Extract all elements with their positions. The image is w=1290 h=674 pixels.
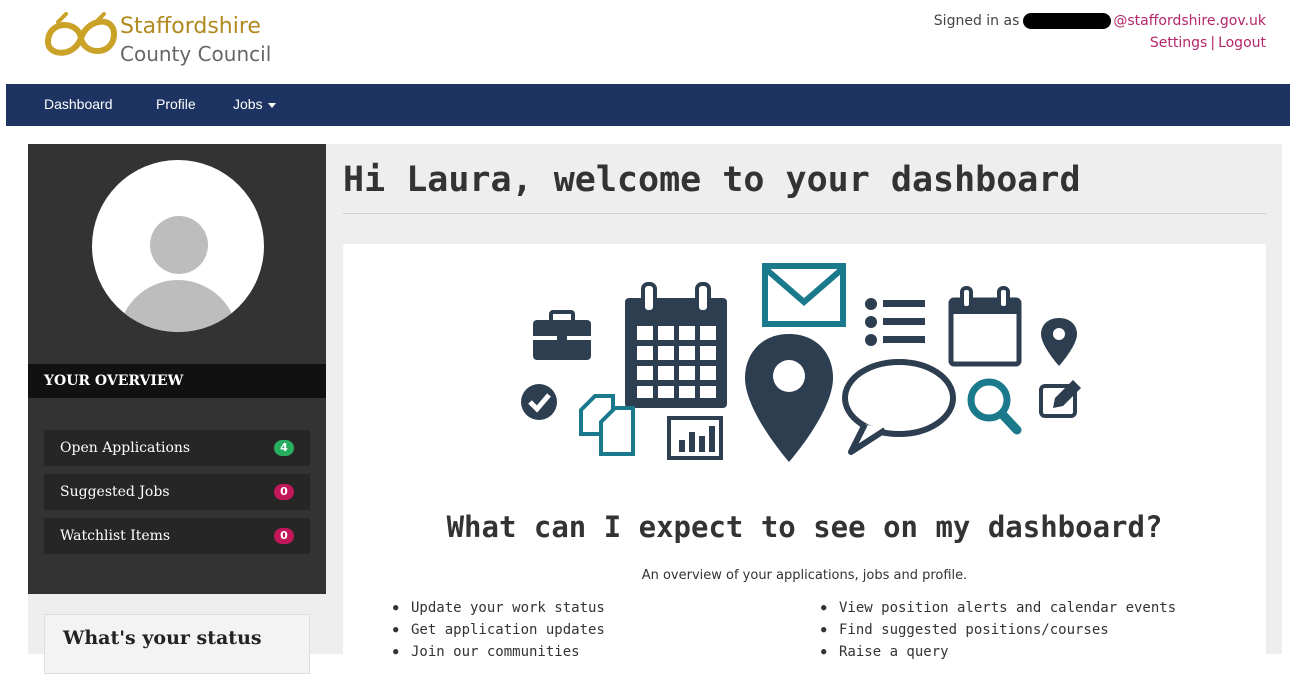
sidebar: YOUR OVERVIEW Open Applications 4 Sugges… — [28, 144, 326, 594]
list-item: View position alerts and calendar events — [821, 600, 1176, 616]
section-intro: An overview of your applications, jobs a… — [641, 568, 968, 583]
overview-watchlist-items[interactable]: Watchlist Items 0 — [44, 518, 310, 554]
overview-item-label: Watchlist Items — [60, 528, 171, 544]
stafford-knot-icon — [44, 12, 118, 56]
nav-profile[interactable]: Profile — [156, 96, 196, 112]
signed-in-label: Signed in as — [933, 13, 1020, 29]
caret-down-icon — [267, 102, 276, 108]
redacted-username — [1023, 13, 1112, 29]
overview-suggested-jobs[interactable]: Suggested Jobs 0 — [44, 474, 310, 510]
calendar-icon — [625, 282, 727, 408]
avatar[interactable] — [92, 160, 264, 332]
status-title: What's your status — [63, 627, 262, 649]
site-header: Staffordshire County Council Signed in a… — [0, 0, 1290, 84]
main-nav: Dashboard Profile Jobs — [6, 84, 1290, 126]
overview-item-label: Open Applications — [60, 440, 191, 456]
count-badge: 0 — [274, 484, 294, 500]
count-badge: 4 — [274, 440, 294, 456]
avatar-head-icon — [150, 216, 208, 274]
email-domain: @staffordshire.gov.uk — [1113, 13, 1266, 29]
page-title: Hi Laura, welcome to your dashboard — [343, 160, 1081, 200]
overview-item-label: Suggested Jobs — [60, 484, 170, 500]
dashboard-intro-panel: What can I expect to see on my dashboard… — [343, 244, 1266, 664]
overview-open-applications[interactable]: Open Applications 4 — [44, 430, 310, 466]
check-circle-icon — [521, 384, 557, 420]
edit-icon — [1039, 380, 1081, 418]
list-item: Update your work status — [393, 600, 605, 616]
speech-bubble-icon — [842, 359, 956, 455]
logout-link[interactable]: Logout — [1218, 35, 1266, 51]
list-item: Find suggested positions/courses — [821, 622, 1109, 638]
dashboard-illustration — [521, 263, 1081, 462]
avatar-body-icon — [118, 280, 238, 332]
envelope-icon — [762, 263, 846, 327]
list-item: Raise a query — [821, 644, 949, 660]
brand-line-2: County Council — [120, 42, 272, 66]
search-icon — [967, 378, 1022, 435]
count-badge: 0 — [274, 528, 294, 544]
account-info: Signed in as @staffordshire.gov.uk Settin… — [934, 10, 1266, 54]
brand-line-1: Staffordshire — [120, 14, 261, 39]
calendar-outline-icon — [948, 286, 1022, 367]
list-item: Get application updates — [393, 622, 605, 638]
overview-header: YOUR OVERVIEW — [28, 364, 326, 398]
nav-dashboard[interactable]: Dashboard — [44, 96, 113, 112]
site-logo[interactable]: Staffordshire County Council — [44, 8, 284, 68]
settings-link[interactable]: Settings — [1150, 35, 1207, 51]
list-icon — [865, 298, 925, 346]
nav-jobs[interactable]: Jobs — [233, 96, 276, 112]
title-divider — [343, 213, 1266, 214]
map-pin-small-icon — [1041, 318, 1077, 366]
list-item: Join our communities — [393, 644, 580, 660]
link-separator: | — [1210, 35, 1216, 51]
bar-chart-icon — [667, 416, 723, 460]
map-pin-icon — [745, 334, 833, 462]
nav-jobs-label: Jobs — [233, 96, 263, 112]
status-panel: What's your status — [44, 614, 310, 674]
overview-title: YOUR OVERVIEW — [44, 373, 184, 389]
briefcase-icon — [533, 310, 591, 360]
section-heading: What can I expect to see on my dashboard… — [446, 510, 1163, 544]
